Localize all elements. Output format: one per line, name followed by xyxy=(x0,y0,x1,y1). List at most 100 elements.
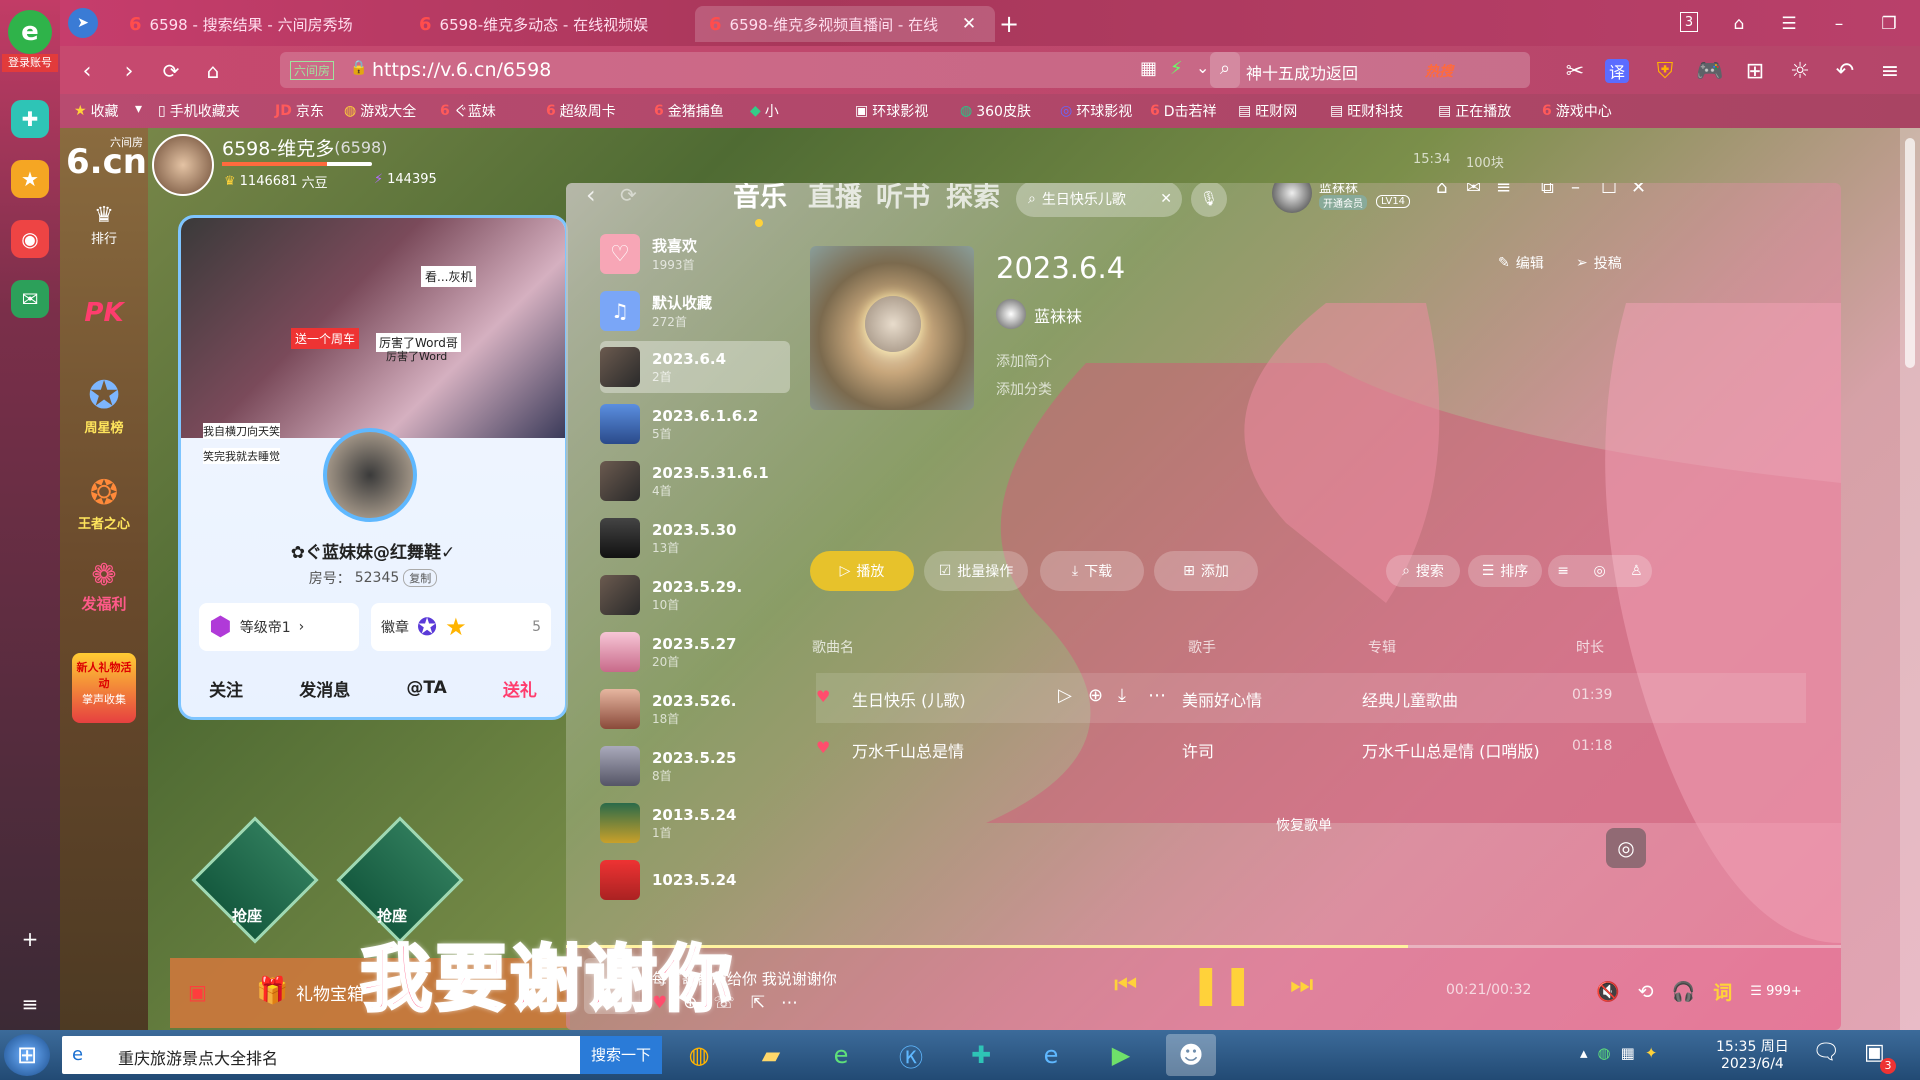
start-button[interactable]: ⊞ xyxy=(4,1034,50,1076)
forward-icon[interactable]: › xyxy=(114,56,144,86)
bookmark-wangcai[interactable]: ▤ 旺财网 xyxy=(1238,101,1297,121)
bookmark-game-center[interactable]: 6 游戏中心 xyxy=(1542,101,1612,121)
tab-audiobook[interactable]: 听书 xyxy=(876,183,930,214)
anchor-avatar[interactable] xyxy=(323,428,417,522)
avatar[interactable] xyxy=(152,134,214,196)
bookmark-360-skin[interactable]: ◍ 360皮肤 xyxy=(960,101,1031,121)
headphone-icon[interactable]: 🎧 xyxy=(1672,980,1696,1003)
level-badge[interactable]: ⬢ 等级帝1 › xyxy=(199,603,359,651)
column-duration[interactable]: 时长 xyxy=(1576,637,1604,657)
tray-browser-icon[interactable]: ◍ xyxy=(1598,1044,1611,1062)
user-icon[interactable]: ♙ xyxy=(1630,563,1643,579)
back-icon[interactable]: ‹ xyxy=(586,183,596,209)
new-tab-icon[interactable]: + xyxy=(995,10,1023,38)
playlist-default[interactable]: ♫ 默认收藏 272首 xyxy=(600,285,790,337)
clock[interactable]: 15:35 周日 2023/6/4 xyxy=(1716,1036,1789,1072)
locate-icon[interactable]: ◎ xyxy=(1593,563,1605,579)
submit-button[interactable]: ➢ 投稿 xyxy=(1576,253,1622,273)
mail-icon[interactable]: ✉ xyxy=(11,280,49,318)
music-search-input[interactable]: ⌕ 生日快乐儿歌 ✕ xyxy=(1016,183,1182,217)
send-icon[interactable]: ➤ xyxy=(68,8,98,38)
refresh-icon[interactable]: ⟳ xyxy=(156,56,186,86)
tab-count[interactable]: 3 xyxy=(1680,12,1698,32)
url-field[interactable]: 六间房 🔒 https://v.6.cn/6598 ▦ ⚡ ⌄ xyxy=(280,52,1240,88)
weibo-icon[interactable]: ◉ xyxy=(11,220,49,258)
minimize-icon[interactable]: – xyxy=(1825,10,1853,38)
bookmark-lanmei[interactable]: 6 ぐ蓝妹 xyxy=(440,101,496,121)
play-all-button[interactable]: ▷ 播放 xyxy=(810,551,914,591)
brightness-icon[interactable]: ☼ xyxy=(1785,56,1815,86)
heart-filled-icon[interactable]: ♥ xyxy=(816,687,830,706)
batch-button[interactable]: ☑ 批量操作 xyxy=(924,551,1028,591)
creator-avatar[interactable] xyxy=(996,299,1026,329)
chrome-icon[interactable]: ◍ xyxy=(674,1034,724,1076)
playlist-item[interactable]: 2023.5.31.6.1 4首 xyxy=(600,455,790,507)
hot-search[interactable]: 热搜 xyxy=(1425,61,1453,81)
side-item-new-gift[interactable]: 新人礼物活动 掌声收集 xyxy=(72,653,136,723)
list-view-icon[interactable]: ≡ xyxy=(1557,563,1569,579)
mail-icon[interactable]: ✉ xyxy=(1466,183,1481,198)
maximize-icon[interactable]: ☐ xyxy=(1601,183,1617,198)
playlist-item[interactable]: 2023.6.1.6.2 5首 xyxy=(600,398,790,450)
medal-badge[interactable]: 徽章 ✪ ★ 5 xyxy=(371,603,551,651)
back-icon[interactable]: ‹ xyxy=(72,56,102,86)
column-album[interactable]: 专辑 xyxy=(1368,637,1396,657)
sort-button[interactable]: ☰ 排序 xyxy=(1468,555,1542,587)
share-icon[interactable]: ⇱ xyxy=(751,993,765,1013)
video-preview[interactable]: 看...灰机 送一个周车 厉害了Word哥 厉害了Word 我自横刀向天笑 xyxy=(181,218,565,439)
mute-icon[interactable]: 🔇 xyxy=(1596,980,1620,1003)
home-icon[interactable]: ⌂ xyxy=(198,56,228,86)
qr-icon[interactable]: ▦ xyxy=(1140,58,1157,79)
ie-browser-icon[interactable]: e xyxy=(1026,1034,1076,1076)
clear-icon[interactable]: ✕ xyxy=(1160,191,1172,207)
gift-treasure[interactable]: 礼物宝箱 xyxy=(296,980,364,1005)
side-item-rank[interactable]: ♛ 排行 xyxy=(60,203,148,247)
download-button[interactable]: ⤓ 下载 xyxy=(1040,551,1144,591)
shirt-icon[interactable]: ⌂ xyxy=(1725,10,1753,38)
side-item-weekly-star[interactable]: ✪ 周星榜 xyxy=(60,373,148,436)
login-account[interactable]: 登录账号 xyxy=(2,54,58,72)
shield-icon[interactable]: ⛨ xyxy=(1650,56,1680,86)
gift-box-icon[interactable]: ▣ xyxy=(188,980,207,1004)
tab-live[interactable]: 直播 xyxy=(808,183,862,214)
bookmark-djixiang[interactable]: 6 D击若祥 xyxy=(1150,101,1217,121)
network-icon[interactable]: ▦ xyxy=(1621,1044,1635,1062)
message-button[interactable]: 发消息 xyxy=(299,676,350,701)
edit-button[interactable]: ✎ 编辑 xyxy=(1498,253,1544,273)
creator-name[interactable]: 蓝袜袜 xyxy=(1034,303,1082,327)
minimize-icon[interactable]: – xyxy=(1571,183,1580,198)
more-menu-icon[interactable]: ≡ xyxy=(1875,56,1905,86)
locate-track-icon[interactable]: ◎ xyxy=(1606,828,1646,868)
grid-icon[interactable]: ⊞ xyxy=(1740,56,1770,86)
next-icon[interactable]: ⏭ xyxy=(1290,970,1313,1001)
send-gift-button[interactable]: 送礼 xyxy=(503,676,537,701)
add-to-icon[interactable]: ⊕ xyxy=(1088,685,1103,706)
tab-explore[interactable]: 探索 xyxy=(946,183,1000,214)
list-search-button[interactable]: ⌕ 搜索 xyxy=(1386,555,1460,587)
music-app-icon[interactable]: ☻ xyxy=(1166,1034,1216,1076)
side-item-king-heart[interactable]: ❂ 王者之心 xyxy=(60,473,148,532)
chat-icon[interactable]: 🗨 xyxy=(1812,1040,1840,1065)
browser-logo-icon[interactable]: e xyxy=(8,10,52,54)
bookmark-now-playing[interactable]: ▤ 正在播放 xyxy=(1438,101,1511,121)
site-logo[interactable]: 六间房 6.cn xyxy=(66,134,147,184)
refresh-icon[interactable]: ⟳ xyxy=(620,183,637,207)
tab-music[interactable]: 音乐 xyxy=(733,183,787,214)
tab-live-room[interactable]: 6 6598-维克多视频直播间 - 在线 xyxy=(695,6,995,42)
shirt-icon[interactable]: ⌂ xyxy=(1436,183,1447,198)
bookmark-small[interactable]: ◆ 小 xyxy=(750,101,779,121)
heart-filled-icon[interactable]: ♥ xyxy=(816,738,830,757)
tab-dynamics[interactable]: 6 6598-维克多动态 - 在线视频娱 xyxy=(405,6,725,42)
playlist-item[interactable]: 2023.5.30 13首 xyxy=(600,512,790,564)
tab-close-icon[interactable]: ✕ xyxy=(955,10,983,38)
playlist-liked[interactable]: ♡ 我喜欢 1993首 xyxy=(600,228,790,280)
plus-circle-icon[interactable]: ✚ xyxy=(11,100,49,138)
bookmark-mobile[interactable]: ▯ 手机收藏夹 xyxy=(158,101,240,121)
bookmark-global-video-2[interactable]: ◎ 环球影视 xyxy=(1060,101,1132,121)
table-row[interactable]: ♥ 生日快乐 (儿歌) ▷ ⊕ ⤓ ⋯ 美丽好心情 经典儿童歌曲 01:39 xyxy=(816,673,1806,723)
column-artist[interactable]: 歌手 xyxy=(1188,637,1216,657)
previous-icon[interactable]: ⏮ xyxy=(1114,970,1137,1001)
mention-button[interactable]: @TA xyxy=(406,678,446,698)
tray-up-icon[interactable]: ▴ xyxy=(1580,1044,1588,1062)
playlist-item[interactable]: 2023.6.4 2首 xyxy=(600,341,790,393)
